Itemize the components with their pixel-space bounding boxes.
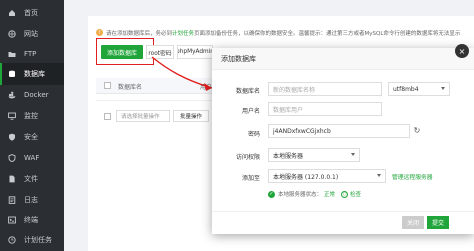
sidebar-item-waf[interactable]: WAF	[0, 147, 64, 169]
cron-link[interactable]: 计划任务	[172, 29, 194, 37]
file-icon	[8, 175, 16, 183]
folder-icon	[8, 50, 16, 58]
recheck-icon[interactable]: ○	[341, 190, 349, 198]
sidebar-item-label: 安全	[24, 133, 38, 141]
warning-icon: !	[96, 29, 103, 36]
db-user-label: 用户名	[241, 108, 260, 115]
refresh-icon[interactable]: ↻	[413, 126, 421, 135]
firewall-icon	[8, 154, 16, 162]
sidebar-item-docker[interactable]: Docker	[0, 84, 64, 106]
column-db-name: 数据库名	[118, 84, 143, 91]
access-select[interactable]: 本地服务器	[268, 148, 360, 162]
sidebar-item-label: 终端	[24, 216, 38, 224]
add-to-label: 添加至	[241, 175, 260, 182]
charset-value: utf8mb4	[393, 85, 419, 93]
charset-select[interactable]: utf8mb4	[388, 82, 450, 96]
add-database-button[interactable]: 添加数据库	[101, 45, 143, 59]
monitor-icon	[8, 112, 16, 120]
clock-icon	[8, 236, 16, 244]
sidebar-item-terminal[interactable]: 终端	[0, 209, 64, 231]
close-button[interactable]: 关闭	[402, 216, 424, 229]
sidebar-item-label: Docker	[24, 91, 49, 99]
sidebar-item-label: 首页	[24, 9, 38, 17]
db-name-input[interactable]: 新的数据库名称	[268, 82, 382, 96]
terminal-icon	[8, 216, 16, 224]
notice-text-after: 页面添加备份任务，以确保你的数据安全。温馨提示：通过第三方或者MySQL命令行创…	[194, 31, 461, 37]
sidebar-item-label: 监控	[24, 112, 38, 120]
submit-button[interactable]: 提交	[427, 216, 449, 229]
database-icon	[8, 70, 16, 78]
sidebar-item-logs[interactable]: 日志	[0, 189, 64, 211]
globe-icon	[8, 30, 16, 38]
db-user-input[interactable]: 数据库用户	[268, 102, 382, 116]
sidebar-item-database[interactable]: 数据库	[0, 63, 64, 85]
server-select[interactable]: 本地服务器 (127.0.0.1)	[268, 169, 386, 183]
notice-text-before: 请在添加数据库后，务必到	[106, 31, 173, 37]
access-label: 访问权限	[235, 154, 260, 161]
sidebar-item-ftp[interactable]: FTP	[0, 43, 64, 65]
chevron-down-icon	[377, 174, 381, 177]
status-ok: 正常	[324, 192, 336, 198]
sidebar-item-sites[interactable]: 网站	[0, 23, 64, 45]
password-input[interactable]: j4ANDxfxwCGjxhcb	[268, 124, 410, 138]
shield-icon	[8, 133, 16, 141]
sidebar-item-label: 日志	[24, 196, 38, 204]
sidebar-item-home[interactable]: 首页	[0, 2, 64, 24]
password-label: 密码	[247, 131, 260, 138]
sidebar-item-monitor[interactable]: 监控	[0, 105, 64, 127]
bulk-action-select[interactable]: 请选择批量操作	[116, 110, 170, 122]
sidebar-item-files[interactable]: 文件	[0, 168, 64, 190]
recheck-link[interactable]: 检查	[350, 190, 361, 198]
chevron-down-icon	[351, 153, 355, 156]
root-password-button[interactable]: root密码	[146, 45, 174, 59]
server-status: ✓ 本地服务器状态： 正常 ○ 检查	[268, 189, 361, 199]
dialog-title: 添加数据库	[212, 48, 474, 70]
chevron-down-icon	[441, 87, 445, 90]
sidebar-item-cron[interactable]: 计划任务	[0, 229, 64, 251]
docker-icon	[8, 91, 16, 99]
sidebar-item-label: 文件	[24, 175, 38, 183]
sidebar-item-label: FTP	[24, 50, 37, 58]
manage-remote-link[interactable]: 管理远程服务器	[392, 172, 433, 181]
status-prefix: 本地服务器状态：	[278, 192, 323, 198]
access-value: 本地服务器	[273, 152, 304, 160]
sidebar-item-security[interactable]: 安全	[0, 126, 64, 148]
add-database-dialog: 添加数据库 ×	[212, 44, 474, 234]
select-all-checkbox[interactable]	[104, 82, 111, 89]
log-icon	[8, 196, 16, 204]
bulk-checkbox[interactable]	[104, 113, 111, 120]
server-value: 本地服务器 (127.0.0.1)	[273, 173, 339, 181]
close-icon[interactable]: ×	[455, 44, 469, 58]
sidebar-item-label: 计划任务	[24, 236, 52, 244]
db-name-label: 数据库名	[235, 88, 260, 95]
phpmyadmin-button[interactable]: phpMyAdmin	[177, 45, 213, 59]
bulk-action-button[interactable]: 批量操作	[173, 110, 209, 122]
sidebar-item-label: 网站	[24, 30, 38, 38]
check-circle-icon: ✓	[268, 190, 275, 198]
sidebar-item-label: WAF	[24, 154, 40, 162]
sidebar-item-label: 数据库	[24, 70, 45, 78]
home-icon	[8, 9, 16, 17]
